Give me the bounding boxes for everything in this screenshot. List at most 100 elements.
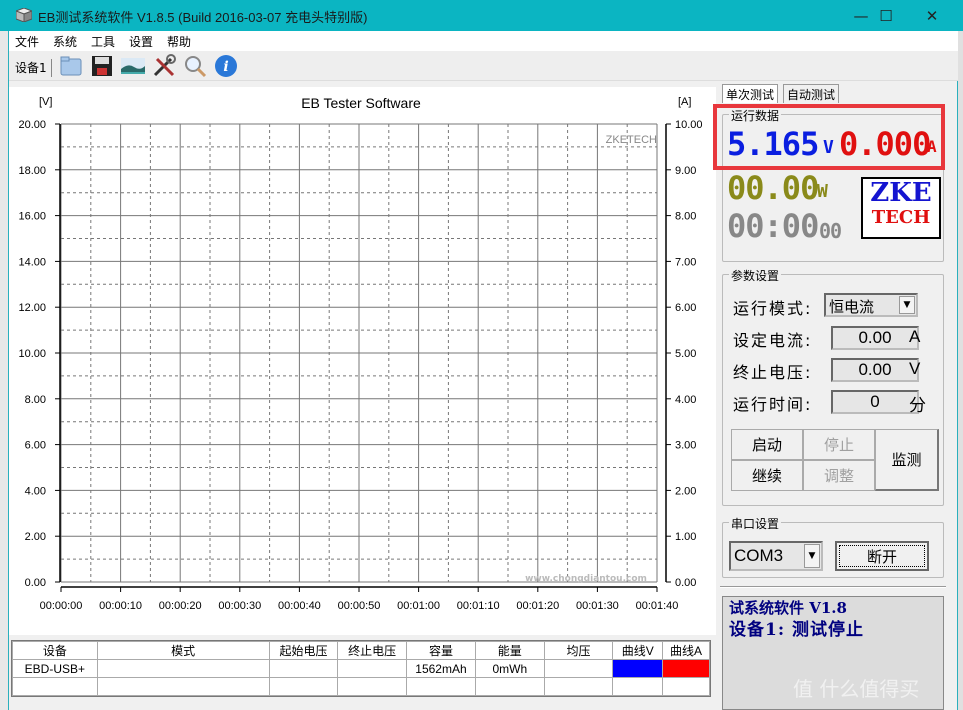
tab-single-test[interactable]: 单次测试: [722, 84, 779, 103]
column-header[interactable]: 起始电压: [268, 641, 339, 660]
column-header[interactable]: 设备: [12, 641, 98, 660]
set-current-input[interactable]: 0.00: [831, 326, 919, 350]
table-cell: [543, 659, 614, 678]
table-cell: [96, 677, 270, 696]
run-time-unit: 分: [909, 396, 926, 415]
table-cell: EBD-USB+: [12, 659, 98, 678]
disconnect-button[interactable]: 断开: [835, 541, 929, 571]
serial-label: 串口设置: [729, 515, 782, 532]
y2-tick-label: 10.00: [675, 119, 703, 131]
magnifier-icon[interactable]: [182, 53, 208, 79]
menu-file[interactable]: 文件: [15, 33, 39, 50]
table-cell: [543, 677, 614, 696]
stop-button[interactable]: 停止: [803, 429, 875, 460]
continue-button[interactable]: 继续: [731, 460, 803, 491]
menu-system[interactable]: 系统: [53, 33, 77, 50]
column-header[interactable]: 能量: [474, 641, 545, 660]
table-cell: [268, 659, 339, 678]
table-cell: [96, 659, 270, 678]
column-header[interactable]: 均压: [543, 641, 614, 660]
folder-open-icon[interactable]: [58, 53, 84, 79]
table-cell: [337, 659, 408, 678]
divider: [720, 586, 946, 588]
serial-group: 串口设置 COM3 ▼ 断开: [722, 515, 944, 578]
maximize-button[interactable]: ☐: [863, 0, 909, 31]
mode-label: 运行模式:: [733, 299, 813, 318]
menu-settings[interactable]: 设置: [129, 33, 153, 50]
column-header[interactable]: 容量: [406, 641, 476, 660]
y2-tick-label: 8.00: [675, 211, 696, 223]
y2-axis-label: [A]: [678, 96, 691, 108]
chevron-down-icon[interactable]: ▼: [899, 296, 915, 314]
device-tab[interactable]: 设备1: [15, 59, 52, 77]
set-current-label: 设定电流:: [733, 331, 813, 350]
chart-watermark: ZKETECH: [606, 134, 657, 146]
mode-value: 恒电流: [829, 298, 875, 316]
y2-tick-label: 0.00: [675, 577, 696, 589]
com-port-select[interactable]: COM3 ▼: [729, 541, 823, 571]
y2-tick-label: 5.00: [675, 348, 696, 360]
x-tick-label: 00:01:10: [457, 600, 500, 612]
logo-bottom: TECH: [871, 207, 931, 228]
table-row[interactable]: [12, 677, 710, 696]
adjust-button[interactable]: 调整: [803, 460, 875, 491]
voltage-current-chart: 0.00 2.00 4.00 6.00 8.00 10.00 12.00 14.00 16.00…: [18, 95, 703, 612]
y2-tick-label: 9.00: [675, 165, 696, 177]
y-axis-label: [V]: [39, 96, 52, 108]
monitor-button[interactable]: 监测: [875, 429, 939, 491]
site-watermark: www.chongdiantou.com: [525, 574, 647, 584]
elapsed-seconds-readout: 00: [819, 219, 842, 243]
cutoff-voltage-label: 终止电压:: [733, 363, 813, 382]
table-cell: 1562mAh: [406, 659, 476, 678]
close-button[interactable]: ✕: [909, 0, 955, 31]
highlight-box: [713, 104, 945, 170]
column-header[interactable]: 曲线V: [612, 641, 664, 660]
menu-tools[interactable]: 工具: [91, 33, 115, 50]
y2-tick-label: 6.00: [675, 302, 696, 314]
com-port-value: COM3: [734, 546, 784, 565]
tools-icon[interactable]: [151, 53, 177, 79]
y-tick-label: 4.00: [25, 485, 46, 497]
run-time-input[interactable]: 0: [831, 390, 919, 414]
right-panel: 单次测试 自动测试 运行数据 5.165 V 0.000 A 00.00 W 0…: [713, 84, 958, 710]
table-cell: [612, 677, 664, 696]
table-row[interactable]: EBD-USB+ 1562mAh 0mWh: [12, 659, 710, 678]
maximize-icon: ☐: [879, 6, 893, 25]
y-tick-label: 18.00: [18, 165, 46, 177]
power-readout: 00.00: [727, 169, 819, 207]
table-cell: [406, 677, 476, 696]
run-time-label: 运行时间:: [733, 395, 813, 414]
landscape-image-icon[interactable]: [120, 53, 146, 79]
table-cell: [268, 677, 339, 696]
tab-auto-test[interactable]: 自动测试: [783, 84, 840, 103]
table-cell: [12, 677, 98, 696]
zketech-logo: ZKE TECH: [861, 177, 941, 239]
table-cell: 0mWh: [474, 659, 545, 678]
menu-help[interactable]: 帮助: [167, 33, 191, 50]
power-unit: W: [817, 181, 828, 202]
column-header[interactable]: 曲线A: [662, 641, 710, 660]
x-tick-label: 00:01:40: [636, 600, 679, 612]
table-cell: [474, 677, 545, 696]
column-header[interactable]: 终止电压: [337, 641, 408, 660]
y2-tick-label: 2.00: [675, 485, 696, 497]
mode-select[interactable]: 恒电流 ▼: [824, 293, 918, 317]
x-tick-label: 00:01:30: [576, 600, 619, 612]
set-current-unit: A: [909, 327, 921, 346]
start-button[interactable]: 启动: [731, 429, 803, 460]
y-tick-label: 10.00: [18, 348, 46, 360]
app-cube-icon: [16, 8, 32, 22]
cutoff-voltage-input[interactable]: 0.00: [831, 358, 919, 382]
window-title: EB测试系统软件 V1.8.5 (Build 2016-03-07 充电头特别版…: [38, 10, 368, 25]
chevron-down-icon[interactable]: ▼: [804, 544, 820, 568]
column-header[interactable]: 模式: [96, 641, 270, 660]
chart-title: EB Tester Software: [301, 95, 421, 111]
title-bar[interactable]: EB测试系统软件 V1.8.5 (Build 2016-03-07 充电头特别版…: [0, 0, 963, 31]
background-window-edge-right: [958, 0, 963, 710]
info-icon[interactable]: i: [213, 53, 239, 79]
y2-tick-label: 3.00: [675, 440, 696, 452]
table-cell: [662, 677, 710, 696]
table-cell: [337, 677, 408, 696]
save-icon[interactable]: [89, 53, 115, 79]
y-tick-label: 2.00: [25, 531, 46, 543]
